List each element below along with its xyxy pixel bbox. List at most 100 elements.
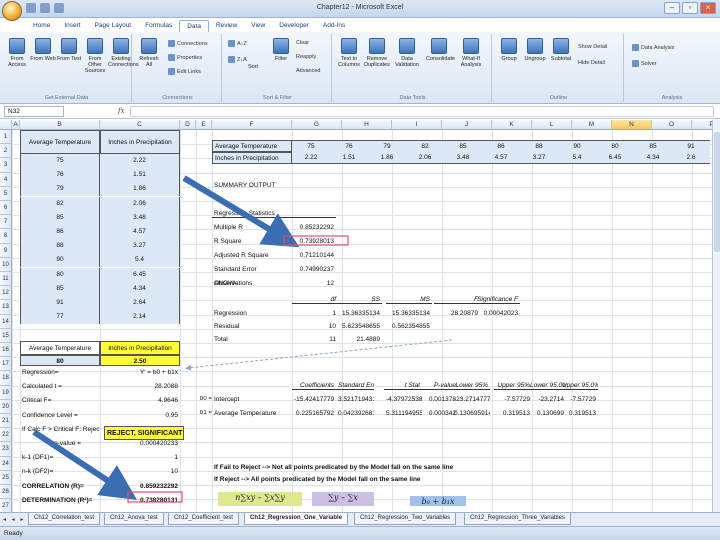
refresh-all-button[interactable]: Refresh All <box>136 38 162 68</box>
calc-label-corr[interactable]: CORRELATION (R)= <box>20 483 100 490</box>
header-inches-precipitation[interactable]: Inches in Precipitation <box>100 130 180 154</box>
calc-value-regression[interactable]: Y' = b0 + b1x <box>100 369 180 376</box>
temperature-cell[interactable]: 91 <box>20 296 100 310</box>
row-header-12[interactable]: 12 <box>0 286 12 301</box>
advanced-button[interactable]: Advanced <box>296 68 320 74</box>
data-analysis-button[interactable]: Data Analysis <box>632 44 674 51</box>
precipitation-cell[interactable]: 3.27 <box>100 239 180 254</box>
precipitation-cell[interactable]: 2.14 <box>100 310 180 325</box>
temperature-cell[interactable]: 77 <box>20 310 100 325</box>
regression-stat-value[interactable]: 0.74990237 <box>282 266 336 273</box>
calc-value-pvalue[interactable]: 0.000420233 <box>100 440 180 447</box>
name-box[interactable]: N32 <box>4 106 64 117</box>
anova-header[interactable]: SS <box>336 296 382 304</box>
temperature-cell[interactable]: 80 <box>20 267 100 282</box>
row-header-17[interactable]: 17 <box>0 357 12 372</box>
close-icon[interactable]: × <box>700 2 716 14</box>
regression-stat-label[interactable]: Multiple R <box>212 224 282 231</box>
temperature-cell[interactable]: 86 <box>20 225 100 239</box>
tab-view[interactable]: View <box>244 20 272 32</box>
row-header-5[interactable]: 5 <box>0 186 12 201</box>
calc-label-k1[interactable]: k-1 (DF1)= <box>20 454 100 461</box>
temperature-cell[interactable]: 90 <box>20 253 100 268</box>
transposed-temp-cell[interactable]: 88 <box>520 140 558 152</box>
coef-cell[interactable]: 0.042392681 <box>336 410 374 417</box>
regression-statistics-header[interactable]: Regression Statistics <box>212 210 336 218</box>
coef-cell[interactable]: 0.225165792 <box>292 410 336 417</box>
temperature-cell[interactable]: 75 <box>20 154 100 168</box>
row-header-20[interactable]: 20 <box>0 399 12 414</box>
sort-za-button[interactable]: Z↓A <box>228 56 247 63</box>
precipitation-cell[interactable]: 1.86 <box>100 182 180 197</box>
sheet-tab[interactable]: Ch12_Regression_Three_Variables <box>464 513 571 525</box>
row-header-11[interactable]: 11 <box>0 272 12 287</box>
header-average-temperature[interactable]: Average Temperature <box>20 130 100 154</box>
anova-header[interactable]: Significance F <box>474 296 520 304</box>
anova-cell-ms[interactable]: 0.562354855 <box>386 323 432 330</box>
edit-links-button[interactable]: Edit Links <box>168 68 201 75</box>
column-header-g[interactable]: G <box>292 120 342 130</box>
calc-label-nk[interactable]: n-k (DF2)= <box>20 468 100 475</box>
column-header-a[interactable]: A <box>12 120 20 130</box>
existing-connections-button[interactable]: Existing Connections <box>108 38 139 68</box>
column-header-k[interactable]: K <box>492 120 532 130</box>
coef-header[interactable]: Upper 95% <box>494 382 532 390</box>
reapply-button[interactable]: Reapply <box>296 54 316 60</box>
transposed-temp-cell[interactable]: 79 <box>368 140 406 152</box>
regression-stat-label[interactable]: R Square <box>212 238 282 245</box>
summary-title[interactable]: SUMMARY OUTPUT <box>212 182 278 189</box>
coef-cell[interactable]: 5.311194955 <box>384 410 422 417</box>
from-other-sources-button[interactable]: From Other Sources <box>82 38 108 74</box>
calc-value-critical[interactable]: 4.9646 <box>100 397 180 404</box>
properties-button[interactable]: Properties <box>168 54 202 61</box>
transposed-precip-cell[interactable]: 4.57 <box>482 152 520 164</box>
sheet-tab[interactable]: Ch12_Regression_Two_Variables <box>354 513 457 525</box>
calc-temp-input[interactable]: 80 <box>20 355 100 366</box>
regression-stat-value[interactable]: 0.71210144 <box>282 252 336 259</box>
row-header-7[interactable]: 7 <box>0 215 12 230</box>
precipitation-cell[interactable]: 4.34 <box>100 281 180 296</box>
function-icon[interactable]: fx <box>118 107 125 115</box>
calc-header-temp[interactable]: Average Temperature <box>20 341 100 355</box>
calc-value-calculated[interactable]: 28.2088 <box>100 383 180 390</box>
calc-value-corr[interactable]: 0.859232292 <box>100 483 180 490</box>
row-header-9[interactable]: 9 <box>0 243 12 258</box>
note-reject[interactable]: If Reject --> All points predicated by t… <box>212 476 423 483</box>
precipitation-cell[interactable]: 6.45 <box>100 267 180 282</box>
anova-title[interactable]: ANOVA <box>212 280 238 287</box>
precipitation-cell[interactable]: 5.4 <box>100 253 180 268</box>
ungroup-button[interactable]: Ungroup <box>522 38 548 62</box>
anova-row-label[interactable]: Total <box>212 336 282 343</box>
calc-value-k1[interactable]: 1 <box>100 454 180 461</box>
connections-button[interactable]: Connections <box>168 40 208 47</box>
precipitation-cell[interactable]: 3.48 <box>100 210 180 225</box>
calc-value-det[interactable]: 0.738280131 <box>100 497 180 504</box>
calc-label-confidence[interactable]: Confidence Level = <box>20 412 100 419</box>
anova-cell-ss[interactable]: 5.623548655 <box>336 323 382 330</box>
column-header-n[interactable]: N <box>612 120 652 130</box>
sort-az-button[interactable]: A↓Z <box>228 40 247 47</box>
sheet-tab[interactable]: Ch12_Correlation_test <box>28 513 101 525</box>
worksheet-grid[interactable]: ABCDEFGHIJKLMNOP 1 2 3 4 5 6 7 8 9 10 11 12 13 14 15 16… <box>0 120 712 512</box>
anova-row-label[interactable]: Regression <box>212 310 282 317</box>
column-header-c[interactable]: C <box>100 120 180 130</box>
sheet-tab[interactable]: Ch12_Coefficient_test <box>168 513 239 525</box>
subtotal-button[interactable]: Subtotal <box>548 38 574 62</box>
from-text-button[interactable]: From Text <box>56 38 82 62</box>
anova-row-label[interactable]: Residual <box>212 323 282 330</box>
data-validation-button[interactable]: Data Validation <box>394 38 420 68</box>
coef-header[interactable]: t Stat <box>384 382 422 390</box>
note-fail-to-reject[interactable]: If Fail to Reject --> Not all points pre… <box>212 464 455 471</box>
filter-button[interactable]: Filter <box>268 38 294 62</box>
coef-header[interactable]: Upper 95.0% <box>560 382 598 390</box>
coef-row-label[interactable]: Intercept <box>212 396 290 403</box>
show-detail-button[interactable]: Show Detail <box>578 44 607 50</box>
transposed-temp-cell[interactable]: 85 <box>634 140 672 152</box>
column-header-i[interactable]: I <box>392 120 442 130</box>
anova-header[interactable]: df <box>292 296 338 304</box>
calc-header-precip[interactable]: Inches in Precipitation <box>100 341 180 355</box>
calc-label-det[interactable]: DETERMINATION (R²)= <box>20 497 100 504</box>
row-header-1[interactable]: 1 <box>0 130 12 145</box>
temperature-cell[interactable]: 85 <box>20 210 100 225</box>
consolidate-button[interactable]: Consolidate <box>426 38 455 62</box>
